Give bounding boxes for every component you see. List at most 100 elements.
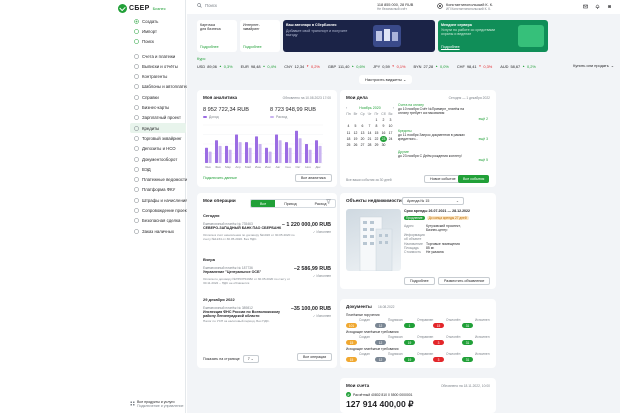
bar-Расход-Авг[interactable] [278,140,282,163]
bar-Расход-Мар[interactable] [228,149,232,163]
tab-income[interactable]: Приход [275,200,305,207]
per-page-select[interactable]: 7 ⌄ [242,355,259,363]
sidebar-item-13[interactable]: Депозиты и НСО [134,144,186,154]
calendar-day[interactable]: 30 [380,142,387,148]
bar-Доход-Фев[interactable] [215,140,218,163]
promo-card-autopark[interactable]: Ваш автопарк в СберБизнес Добавьте свой … [283,20,435,52]
bar-Доход-Окт[interactable] [295,130,298,163]
calendar-day[interactable]: 26 [352,142,359,148]
rate-item[interactable]: GBP 111,40 ▲ 0,6% [328,64,365,69]
operation-row[interactable]: Ежемесячный платёж № 187736 Управление "… [203,266,331,286]
search-box[interactable]: Поиск [197,3,217,8]
task-count[interactable]: ещё 2 [479,117,488,122]
task-count[interactable]: ещё 5 [479,158,488,163]
doc-status-count[interactable]: 15 [433,323,444,328]
filter-icon[interactable] [326,199,331,206]
property-details-button[interactable]: Подробнее [404,277,435,285]
bar-Расход-Июл[interactable] [268,151,272,163]
bar-Расход-Июн[interactable] [258,144,262,163]
sidebar-item-10[interactable]: Зарплатный проект [134,113,186,123]
operation-row[interactable]: Ежемесячный платёж № 735463 СЕВЕРО-ЗАПАД… [203,222,331,242]
sidebar-item-9[interactable]: Бизнес-карты [134,102,186,112]
connect-data-link[interactable]: Подключить данные [203,176,237,180]
new-event-button[interactable]: Новое событие [424,175,462,183]
bar-Расход-Сен[interactable] [288,147,292,163]
notification-icon[interactable] [595,4,600,9]
prev-month-icon[interactable]: ‹ [346,106,347,110]
next-month-icon[interactable]: › [393,106,394,110]
doc-status-count[interactable]: 3 [433,357,444,362]
sidebar-item-2[interactable]: Импорт [134,26,186,36]
bar-Доход-Ноя[interactable] [305,144,308,163]
calendar-day[interactable]: 25 [345,142,352,148]
sidebar-item-6[interactable]: Контрагенты [134,71,186,81]
sidebar-item-17[interactable]: Платформа ФКУ [134,185,186,195]
calendar-day[interactable]: 29 [373,142,380,148]
all-operations-button[interactable]: Все операции [297,353,333,361]
bar-Доход-Мар[interactable] [225,145,228,163]
bar-Доход-Апр[interactable] [235,134,238,164]
place-ad-button[interactable]: Разместить объявление [438,277,491,285]
doc-status-count[interactable]: 101 [346,323,357,328]
configure-widgets-button[interactable]: Настроить виджеты ⌄ [359,75,413,84]
rate-item[interactable]: AUD 58,67 ▲ 0,2% [500,64,536,69]
bar-Доход-Дек[interactable] [315,140,318,163]
sidebar-item-16[interactable]: Платежные ведомости [134,174,187,184]
promo-link[interactable]: Подробнее [441,45,460,49]
sidebar-item-14[interactable]: Документооборот [134,154,186,164]
doc-status-count[interactable]: 12 [375,323,386,328]
bar-Расход-Май[interactable] [248,147,252,163]
bar-Доход-Июл[interactable] [265,147,268,163]
doc-status-count[interactable]: 31 [462,340,473,345]
rate-item[interactable]: CHF 98,41 ▼ 0,3% [457,64,492,69]
doc-status-count[interactable]: 12 [375,357,386,362]
doc-status-count[interactable]: 3 [433,340,444,345]
bar-Расход-Янв[interactable] [208,151,212,163]
promo-card-1[interactable]: Карточка для бизнеса Подробнее [197,20,237,52]
sidebar-item-5[interactable]: Выписки и отчёты [134,61,186,71]
doc-status-count[interactable]: 15 [346,340,357,345]
task-count[interactable]: ещё 3 [479,137,488,142]
sidebar-item-1[interactable]: Создать [134,16,186,26]
sidebar-item-3[interactable]: Поиск [134,37,186,47]
task-item[interactable]: Другие до 23 ноября С Днём рождения колле… [398,150,488,162]
sidebar-item-8[interactable]: Справки [134,92,186,102]
doc-status-count[interactable]: 15 [346,357,357,362]
rates-label[interactable]: Курс [197,56,206,61]
sidebar-item-12[interactable]: Торговый эквайринг [134,133,186,143]
all-analytics-button[interactable]: Все аналитика [295,174,332,182]
doc-status-count[interactable]: 19 [404,357,415,362]
bar-Доход-Авг[interactable] [275,134,278,164]
account-row[interactable]: ₽ Расчётный 40802 810 0 5500 0000001 [346,392,413,397]
settings-icon[interactable] [607,4,612,9]
sidebar-item-4[interactable]: Счета и платежи [134,51,186,61]
calendar-day[interactable]: 27 [359,142,366,148]
rate-item[interactable]: USD 89,06 ▲ 0,3% [197,64,233,69]
bar-Расход-Фев[interactable] [218,145,222,163]
promo-card-service[interactable]: Мендинг сервера Услуги по работе со сред… [438,20,548,52]
all-events-button[interactable]: Все события [458,175,490,183]
bar-Расход-Апр[interactable] [238,142,242,163]
sidebar-item-21[interactable]: Заказ наличных [134,226,186,236]
bar-Расход-Дек[interactable] [318,145,322,163]
sidebar-item-7[interactable]: Шаблоны и автоплатежи [134,82,191,92]
rate-item[interactable]: EUR 98,48 ▲ 0,4% [241,64,277,69]
operation-row[interactable]: Ежемесячный платёж № 389812 Инспекция ФН… [203,306,331,324]
promo-link[interactable]: Подробнее [243,45,262,49]
doc-status-count[interactable]: 19 [404,340,415,345]
task-item[interactable]: Кредиты до 11 ноября Запрос документов в … [398,129,488,142]
account-balance-header[interactable]: 118 855 000, 28 RUB Не безопасный счёт [377,3,413,11]
bar-Расход-Окт[interactable] [298,138,302,163]
mail-icon[interactable] [583,4,588,9]
all-products-link[interactable]: Все продукты и услуги Подключение и управ… [130,400,183,409]
sber-logo[interactable]: СБЕР Бизнес [118,4,166,13]
bar-Расход-Ноя[interactable] [308,149,312,163]
sidebar-item-18[interactable]: Штрафы и начисления [134,195,188,205]
task-item[interactable]: Счета на оплату до 10 ноября Счёт №Пример… [398,103,488,121]
promo-link[interactable]: Подробнее [200,45,219,49]
user-menu[interactable]: Константинопольский К. К. ИП Константиноп… [437,3,493,11]
promo-card-2[interactable]: Интернет- эквайринг Подробнее [240,20,280,52]
calendar-day[interactable]: 16 [380,130,387,136]
sidebar-item-20[interactable]: Безопасная сделка [134,216,186,226]
sidebar-item-11[interactable]: Кредиты [130,122,186,134]
